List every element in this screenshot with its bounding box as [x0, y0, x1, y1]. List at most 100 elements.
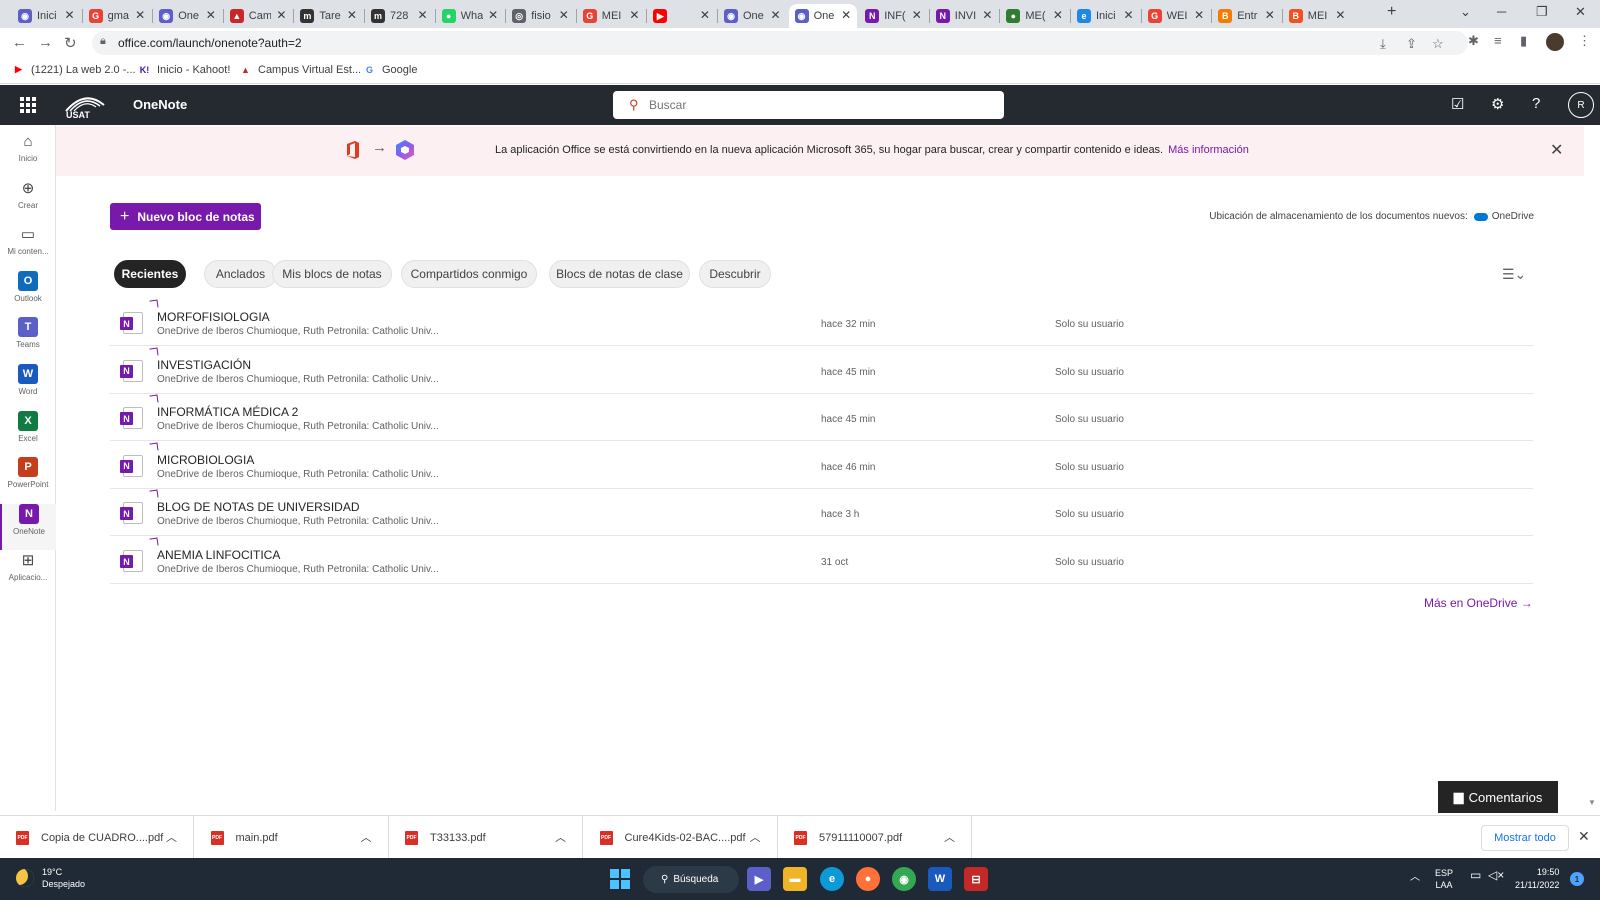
firefox-icon[interactable]: ● [856, 867, 880, 891]
side-panel-icon[interactable]: ▮ [1520, 33, 1527, 49]
url-text[interactable]: office.com/launch/onenote?auth=2 [118, 36, 302, 50]
browser-tab[interactable]: m Tare ✕ [294, 4, 363, 28]
restore-icon[interactable]: ❐ [1536, 4, 1548, 20]
chevron-up-icon[interactable]: ︿ [944, 829, 955, 845]
rail-item-folder[interactable]: ▭ Mi conten... [0, 224, 56, 270]
share-icon[interactable]: ⇪ [1406, 36, 1417, 52]
tab-close-icon[interactable]: ✕ [206, 8, 216, 22]
tab-close-icon[interactable]: ✕ [488, 8, 498, 22]
notebook-row[interactable]: N BLOG DE NOTAS DE UNIVERSIDAD OneDrive de… [110, 489, 1533, 537]
chrome-icon[interactable]: ◉ [892, 867, 916, 891]
notebook-title[interactable]: INVESTIGACIÓN [157, 358, 251, 372]
chevron-up-icon[interactable]: ︿ [750, 829, 761, 845]
browser-menu-icon[interactable]: ⋮ [1578, 33, 1591, 49]
settings-gear-icon[interactable]: ⚙ [1491, 95, 1504, 113]
omnibox[interactable]: 🔒︎ office.com/launch/onenote?auth=2 ⤓ ⇪ … [92, 31, 1468, 55]
filter-pill[interactable]: Mis blocs de notas [272, 260, 392, 288]
filter-pill[interactable]: Descubrir [699, 260, 771, 288]
bookmark-item[interactable]: ▶ (1221) La web 2.0 -... [12, 63, 136, 76]
browser-profile-avatar[interactable] [1546, 33, 1564, 51]
more-in-onedrive-link[interactable]: Más en OneDrive → [1424, 596, 1533, 610]
notebook-title[interactable]: MICROBIOLOGIA [157, 453, 254, 467]
tab-close-icon[interactable]: ✕ [276, 8, 286, 22]
edge-icon[interactable]: e [820, 867, 844, 891]
browser-tab[interactable]: B MEI ✕ [1283, 4, 1352, 28]
rail-item-apps[interactable]: ⊞ Aplicacio... [0, 550, 56, 596]
storage-value[interactable]: OneDrive [1492, 211, 1534, 222]
tab-close-icon[interactable]: ✕ [418, 8, 428, 22]
tab-close-icon[interactable]: ✕ [1053, 8, 1063, 22]
browser-tab[interactable]: N INVI ✕ [930, 4, 999, 28]
tab-close-icon[interactable]: ✕ [1265, 8, 1275, 22]
search-box[interactable]: ⚲ [613, 91, 1004, 119]
minimize-icon[interactable]: ─ [1497, 4, 1506, 19]
moon-weather-icon[interactable] [16, 869, 34, 887]
notebook-row[interactable]: N INVESTIGACIÓN OneDrive de Iberos Chumioq… [110, 347, 1533, 394]
browser-tab[interactable]: ▲ Cam ✕ [224, 4, 293, 28]
tab-close-icon[interactable]: ✕ [982, 8, 992, 22]
filter-pill[interactable]: Blocs de notas de clase [549, 260, 690, 288]
app-launcher-icon[interactable] [20, 97, 36, 113]
browser-tab[interactable]: ◉ One ✕ [153, 4, 222, 28]
scroll-down-icon[interactable]: ▼ [1588, 798, 1596, 807]
download-item[interactable]: PDF Cure4Kids-02-BAC....pdf ︿ [584, 816, 778, 859]
windows-start-icon[interactable] [608, 867, 632, 891]
network-icon[interactable]: ▭ [1470, 868, 1481, 882]
browser-tab[interactable]: m 728 ✕ [365, 4, 434, 28]
tab-close-icon[interactable]: ✕ [135, 8, 145, 22]
browser-tab[interactable]: B Entr ✕ [1212, 4, 1281, 28]
tab-close-icon[interactable]: ✕ [700, 8, 710, 22]
feedback-button[interactable]: ▆ Comentarios [1438, 781, 1558, 813]
extensions-icon[interactable]: ✱ [1468, 33, 1479, 49]
rail-item-create[interactable]: ⊕ Crear [0, 178, 56, 224]
reading-list-icon[interactable]: ≡ [1494, 33, 1502, 48]
back-icon[interactable]: ← [12, 34, 27, 51]
downloads-close-icon[interactable]: ✕ [1578, 828, 1590, 845]
notification-badge[interactable]: 1 [1570, 872, 1584, 886]
tab-search-icon[interactable]: ⌄ [1460, 4, 1471, 20]
pdf-reader-icon[interactable]: ⊟ [964, 867, 988, 891]
user-avatar[interactable]: R [1568, 92, 1594, 118]
notebook-title[interactable]: ANEMIA LINFOCITICA [157, 548, 280, 562]
bookmark-star-icon[interactable]: ☆ [1432, 36, 1444, 52]
browser-tab[interactable]: G MEI ✕ [577, 4, 646, 28]
browser-tab[interactable]: e Inici ✕ [1071, 4, 1140, 28]
new-tab-icon[interactable]: + [1387, 3, 1396, 21]
rail-item-onenote[interactable]: N OneNote [0, 503, 56, 550]
rail-item-home[interactable]: ⌂ Inicio [0, 131, 56, 177]
browser-tab[interactable]: ◉ One ✕ [718, 4, 787, 28]
language-indicator[interactable]: ESP LAA [1435, 867, 1453, 891]
notebook-title[interactable]: BLOG DE NOTAS DE UNIVERSIDAD [157, 500, 359, 514]
rail-item-powerpoint[interactable]: P PowerPoint [0, 457, 56, 503]
filter-pill[interactable]: Recientes [114, 260, 186, 288]
show-all-downloads-button[interactable]: Mostrar todo [1481, 825, 1569, 851]
taskbar-search[interactable]: ⚲ Búsqueda [643, 866, 739, 893]
tab-close-icon[interactable]: ✕ [912, 8, 922, 22]
notebook-row[interactable]: N MICROBIOLOGIA OneDrive de Iberos Chumioq… [110, 442, 1533, 489]
download-item[interactable]: PDF T33133.pdf ︿ [389, 816, 583, 859]
taskbar-clock[interactable]: 19:50 21/11/2022 [1515, 866, 1559, 892]
tab-close-icon[interactable]: ✕ [559, 8, 569, 22]
organization-logo[interactable]: USAT [62, 91, 108, 119]
bookmark-item[interactable]: G Google [363, 63, 418, 76]
search-input[interactable] [649, 96, 989, 114]
notebook-row[interactable]: N INFORMÁTICA MÉDICA 2 OneDrive de Iberos … [110, 394, 1533, 442]
app-name[interactable]: OneNote [133, 97, 187, 112]
filter-pill[interactable]: Anclados [204, 260, 277, 288]
notebook-title[interactable]: INFORMÁTICA MÉDICA 2 [157, 405, 298, 419]
banner-close-icon[interactable]: ✕ [1550, 140, 1563, 160]
tab-close-icon[interactable]: ✕ [65, 8, 75, 22]
notebook-row[interactable]: N ANEMIA LINFOCITICA OneDrive de Iberos Ch… [110, 537, 1533, 584]
tab-close-icon[interactable]: ✕ [1194, 8, 1204, 22]
tab-close-icon[interactable]: ✕ [347, 8, 357, 22]
notebook-row[interactable]: N MORFOFISIOLOGIA OneDrive de Iberos Chumi… [110, 299, 1533, 346]
browser-tab[interactable]: G WEI ✕ [1142, 4, 1211, 28]
tray-chevron-icon[interactable]: ︿ [1410, 868, 1420, 883]
filter-pill[interactable]: Compartidos conmigo [401, 260, 537, 288]
download-item[interactable]: PDF Copia de CUADRO....pdf ︿ [0, 816, 194, 859]
browser-tab[interactable]: N INF(✕ [859, 4, 928, 28]
browser-tab[interactable]: ◉ One ✕ [788, 4, 858, 28]
browser-tab[interactable]: ▶ ✕ [647, 4, 716, 28]
notebook-title[interactable]: MORFOFISIOLOGIA [157, 310, 270, 324]
browser-tab[interactable]: ◎ fisio ✕ [506, 4, 575, 28]
